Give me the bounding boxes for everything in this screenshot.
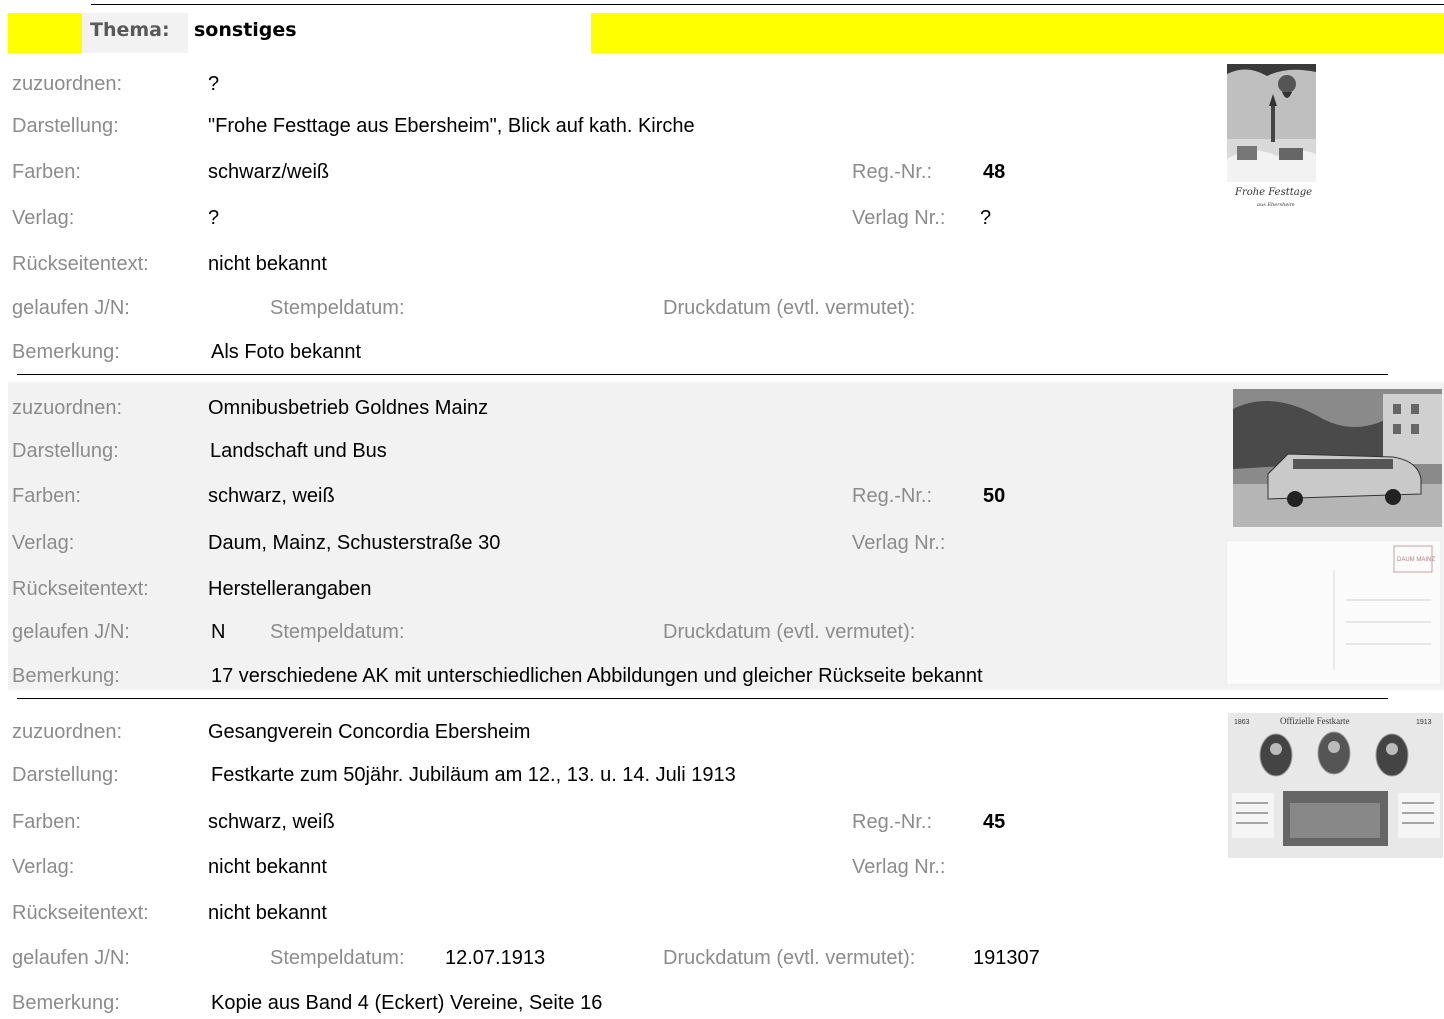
theme-value: sonstiges <box>194 19 297 41</box>
label-bemerkung: Bemerkung: <box>12 341 120 363</box>
label-regnr: Reg.-Nr.: <box>852 485 933 507</box>
postcard-image-bus <box>1233 389 1442 527</box>
value-verlag: nicht bekannt <box>208 856 327 878</box>
entry-separator <box>17 374 1388 375</box>
label-verlag: Verlag: <box>12 856 75 878</box>
value-verlag: ? <box>208 207 220 229</box>
value-druck: 191307 <box>973 947 1040 969</box>
label-regnr: Reg.-Nr.: <box>852 811 933 833</box>
value-gelaufen: N <box>211 621 226 643</box>
label-darstellung: Darstellung: <box>12 115 119 137</box>
label-zuzuordnen: zuzuordnen: <box>12 73 123 95</box>
image-year-left: 1863 <box>1234 719 1250 726</box>
label-darstellung: Darstellung: <box>12 440 119 462</box>
label-gelaufen: gelaufen J/N: <box>12 947 130 969</box>
label-farben: Farben: <box>12 485 81 507</box>
value-rueckseite: Herstellerangaben <box>208 578 372 600</box>
value-bemerkung: Kopie aus Band 4 (Eckert) Vereine, Seite… <box>211 992 603 1014</box>
value-zuzuordnen: Gesangverein Concordia Ebersheim <box>208 721 531 743</box>
label-verlag: Verlag: <box>12 532 75 554</box>
label-verlagnr: Verlag Nr.: <box>852 532 946 554</box>
value-bemerkung: Als Foto bekannt <box>211 341 362 363</box>
label-zuzuordnen: zuzuordnen: <box>12 721 123 743</box>
postcard-entry-48: zuzuordnen: ? Darstellung: "Frohe Festta… <box>0 60 1444 378</box>
image-title: Offizielle Festkarte <box>1280 716 1350 726</box>
postcard-image-festkarte: 1863 Offizielle Festkarte 1913 <box>1228 713 1443 858</box>
entry-separator <box>17 698 1388 699</box>
image-year-right: 1913 <box>1416 719 1432 726</box>
postcard-entry-45: zuzuordnen: Gesangverein Concordia Ebers… <box>0 706 1444 1019</box>
label-gelaufen: gelaufen J/N: <box>12 297 130 319</box>
value-rueckseite: nicht bekannt <box>208 253 327 275</box>
label-gelaufen: gelaufen J/N: <box>12 621 130 643</box>
postcard-image-church: Frohe Festtage aus Ebersheim <box>1227 64 1316 209</box>
label-farben: Farben: <box>12 161 81 183</box>
value-rueckseite: nicht bekannt <box>208 902 327 924</box>
value-verlag: Daum, Mainz, Schusterstraße 30 <box>208 532 501 554</box>
label-rueckseite: Rückseitentext: <box>12 578 149 600</box>
label-rueckseite: Rückseitentext: <box>12 902 149 924</box>
label-stempel: Stempeldatum: <box>270 297 405 319</box>
value-regnr: 45 <box>983 811 1006 833</box>
label-bemerkung: Bemerkung: <box>12 992 120 1014</box>
label-druck: Druckdatum (evtl. vermutet): <box>663 297 916 319</box>
value-farben: schwarz, weiß <box>208 811 335 833</box>
value-darstellung: "Frohe Festtage aus Ebersheim", Blick au… <box>208 115 695 137</box>
label-druck: Druckdatum (evtl. vermutet): <box>663 621 916 643</box>
value-farben: schwarz/weiß <box>208 161 330 183</box>
label-stempel: Stempeldatum: <box>270 621 405 643</box>
label-bemerkung: Bemerkung: <box>12 665 120 687</box>
value-regnr: 48 <box>983 161 1006 183</box>
label-zuzuordnen: zuzuordnen: <box>12 397 123 419</box>
label-verlagnr: Verlag Nr.: <box>852 207 946 229</box>
label-regnr: Reg.-Nr.: <box>852 161 933 183</box>
value-darstellung: Festkarte zum 50jähr. Jubiläum am 12., 1… <box>211 764 736 786</box>
label-stempel: Stempeldatum: <box>270 947 405 969</box>
stamp-text: DAUM MAINZ <box>1397 557 1435 563</box>
image-caption: Frohe Festtage <box>1234 187 1312 198</box>
image-caption-2: aus Ebersheim <box>1257 202 1295 208</box>
value-bemerkung: 17 verschiedene AK mit unterschiedlichen… <box>211 665 983 687</box>
value-stempel: 12.07.1913 <box>445 947 546 969</box>
label-verlag: Verlag: <box>12 207 75 229</box>
value-regnr: 50 <box>983 485 1006 507</box>
theme-label: Thema: <box>90 19 170 41</box>
value-zuzuordnen: Omnibusbetrieb Goldnes Mainz <box>208 397 489 419</box>
label-verlagnr: Verlag Nr.: <box>852 856 946 878</box>
postcard-image-back: DAUM MAINZ <box>1226 540 1441 685</box>
value-darstellung: Landschaft und Bus <box>210 440 387 462</box>
value-verlagnr: ? <box>980 207 992 229</box>
top-rule <box>91 4 1444 5</box>
label-farben: Farben: <box>12 811 81 833</box>
postcard-entry-50: zuzuordnen: Omnibusbetrieb Goldnes Mainz… <box>0 382 1444 690</box>
label-rueckseite: Rückseitentext: <box>12 253 149 275</box>
value-farben: schwarz, weiß <box>208 485 335 507</box>
label-druck: Druckdatum (evtl. vermutet): <box>663 947 916 969</box>
label-darstellung: Darstellung: <box>12 764 119 786</box>
value-zuzuordnen: ? <box>208 73 220 95</box>
